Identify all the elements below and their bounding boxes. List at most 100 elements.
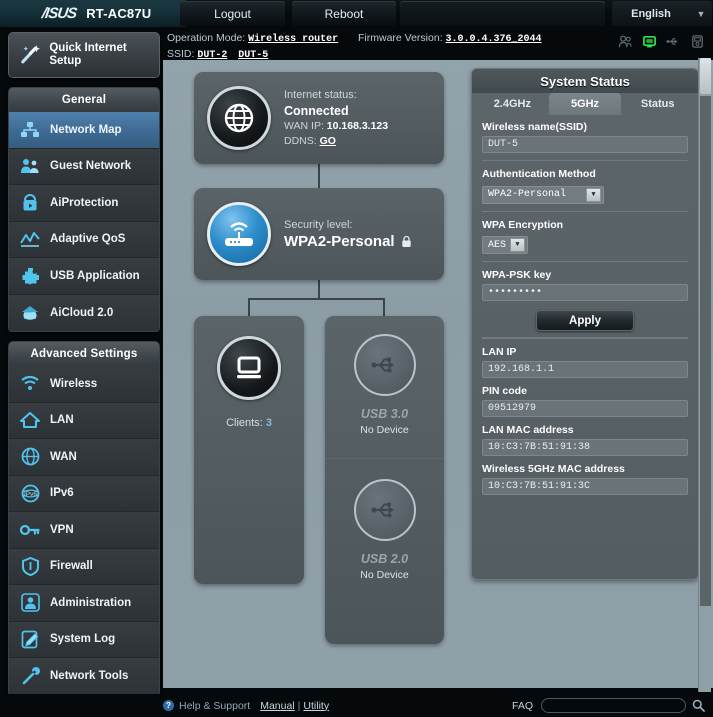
- field-lan-mac: LAN MAC address 10:C3:7B:51:91:38: [482, 424, 688, 456]
- qos-chart-icon: [18, 228, 42, 250]
- network-map-icon: [18, 119, 42, 141]
- sidebar-item-network-tools[interactable]: Network Tools: [9, 658, 159, 695]
- top-nav-spacer: [400, 1, 605, 26]
- sidebar-label-guest-network: Guest Network: [50, 160, 132, 173]
- faq-search-input[interactable]: [541, 698, 686, 713]
- help-support-block[interactable]: ? Help & Support: [163, 700, 250, 712]
- connector-router-stem: [318, 280, 320, 298]
- usb-slot-2-0[interactable]: USB 2.0 No Device: [325, 458, 444, 581]
- scrollbar-track[interactable]: [700, 96, 711, 606]
- sidebar: Quick Internet Setup General Network Map: [8, 32, 160, 696]
- system-status-panel: System Status 2.4GHz 5GHz Status Wireles…: [471, 68, 699, 580]
- cloud-home-icon: [18, 302, 42, 324]
- wireless-5ghz-mac-label: Wireless 5GHz MAC address: [482, 463, 625, 475]
- globe-icon: [18, 446, 42, 468]
- wpa-psk-input[interactable]: •••••••••: [482, 284, 688, 301]
- sidebar-item-wan[interactable]: WAN: [9, 439, 159, 476]
- sidebar-item-aiprotection[interactable]: AiProtection: [9, 185, 159, 222]
- lan-ip-label: LAN IP: [482, 346, 517, 358]
- clients-card[interactable]: Clients: 3: [194, 316, 304, 584]
- usb-slot-3-0[interactable]: USB 3.0 No Device: [325, 334, 444, 436]
- faq-label: FAQ: [511, 699, 533, 712]
- wpa-encryption-value: AES: [488, 239, 507, 251]
- network-monitor-icon[interactable]: [642, 34, 657, 49]
- lock-icon: [401, 235, 411, 247]
- sidebar-item-firewall[interactable]: Firewall: [9, 548, 159, 585]
- sidebar-label-vpn: VPN: [50, 523, 74, 536]
- usb-icon[interactable]: [666, 34, 681, 49]
- help-support-label[interactable]: Help & Support: [179, 700, 250, 712]
- sidebar-item-ipv6[interactable]: IPv6 IPv6: [9, 475, 159, 512]
- internet-status-value: Connected: [284, 103, 349, 118]
- computer-icon: [217, 336, 281, 400]
- sidebar-label-lan: LAN: [50, 414, 74, 427]
- tab-5ghz[interactable]: 5GHz: [548, 93, 622, 115]
- wireless-5ghz-mac-value: 10:C3:7B:51:91:3C: [482, 478, 688, 495]
- clients-row: Clients: 3: [226, 417, 272, 429]
- sidebar-item-usb-application[interactable]: USB Application: [9, 258, 159, 295]
- search-icon[interactable]: [692, 699, 705, 712]
- clients-count: 3: [265, 417, 272, 429]
- sidebar-label-network-tools: Network Tools: [50, 670, 129, 683]
- footer: ? Help & Support Manual | Utility FAQ: [0, 694, 713, 717]
- sidebar-item-adaptive-qos[interactable]: Adaptive QoS: [9, 221, 159, 258]
- sidebar-item-network-map[interactable]: Network Map: [9, 112, 159, 149]
- operation-mode-value[interactable]: Wireless router: [248, 34, 338, 45]
- field-divider: [482, 210, 688, 212]
- page-scrollbar[interactable]: [698, 58, 711, 692]
- field-divider: [482, 261, 688, 262]
- sidebar-item-wireless[interactable]: Wireless: [9, 366, 159, 403]
- tab-2-4ghz[interactable]: 2.4GHz: [476, 93, 549, 115]
- admin-user-icon: [18, 592, 42, 614]
- ssid-input[interactable]: DUT-5: [482, 136, 688, 153]
- puzzle-icon: [18, 265, 42, 287]
- advanced-group-header: Advanced Settings: [9, 342, 159, 366]
- connector-clients-drop: [248, 298, 250, 316]
- sidebar-item-system-log[interactable]: System Log: [9, 621, 159, 658]
- apply-button[interactable]: Apply: [536, 310, 634, 331]
- sidebar-item-vpn[interactable]: VPN: [9, 512, 159, 549]
- network-tools-icon: [18, 665, 42, 687]
- ddns-go-link[interactable]: GO: [320, 135, 336, 147]
- users-icon[interactable]: [618, 34, 633, 49]
- guest-network-icon: [18, 155, 42, 177]
- router-admin-page: /ISUS RT-AC87U Logout Reboot English ▼ O…: [0, 0, 713, 717]
- home-icon: [18, 409, 42, 431]
- wan-ip-label: WAN IP:: [284, 119, 324, 132]
- help-icon: ?: [163, 700, 174, 711]
- chevron-down-icon: ▼: [510, 238, 525, 252]
- vpn-key-icon: [18, 519, 42, 541]
- sidebar-item-guest-network[interactable]: Guest Network: [9, 148, 159, 185]
- logout-button[interactable]: Logout: [180, 1, 285, 26]
- usb-card[interactable]: USB 3.0 No Device USB 2.0 No Device: [325, 316, 444, 644]
- sidebar-label-wireless: Wireless: [50, 377, 98, 390]
- internet-status-card[interactable]: Internet status: Connected WAN IP: 10.16…: [194, 72, 444, 164]
- wpa-encryption-select[interactable]: AES ▼: [482, 236, 528, 254]
- reboot-button[interactable]: Reboot: [292, 1, 396, 26]
- magic-wand-icon: [21, 45, 41, 64]
- connector-internet-router: [318, 164, 320, 188]
- ddns-row: DDNS: GO: [284, 134, 388, 149]
- sidebar-item-administration[interactable]: Administration: [9, 585, 159, 622]
- quick-internet-setup-button[interactable]: Quick Internet Setup: [8, 32, 160, 78]
- tab-status[interactable]: Status: [621, 93, 694, 115]
- language-selector[interactable]: English ▼: [612, 1, 712, 26]
- router-security-card[interactable]: Security level: WPA2-Personal: [194, 188, 444, 280]
- usb-2-0-label: USB 2.0: [360, 552, 409, 566]
- auth-method-select[interactable]: WPA2-Personal ▼: [482, 185, 604, 204]
- ipv6-icon: IPv6: [18, 482, 42, 504]
- ssid-label: SSID:: [167, 48, 195, 60]
- utility-link[interactable]: Utility: [303, 700, 329, 712]
- manual-link[interactable]: Manual: [260, 700, 294, 712]
- scrollbar-thumb[interactable]: [700, 58, 711, 94]
- ssid-field-label: Wireless name(SSID): [482, 121, 587, 133]
- printer-icon[interactable]: [690, 34, 705, 49]
- sidebar-label-ipv6: IPv6: [50, 487, 74, 500]
- sidebar-item-aicloud[interactable]: AiCloud 2.0: [9, 294, 159, 331]
- top-bar: /ISUS RT-AC87U Logout Reboot English ▼: [0, 0, 713, 27]
- auth-method-value: WPA2-Personal: [488, 189, 567, 200]
- sidebar-item-lan[interactable]: LAN: [9, 402, 159, 439]
- advanced-menu-group: Advanced Settings Wireless LAN WAN IPv6 …: [8, 341, 160, 696]
- security-level-label: Security level:: [284, 218, 353, 231]
- firmware-value[interactable]: 3.0.0.4.376_2044: [446, 34, 542, 45]
